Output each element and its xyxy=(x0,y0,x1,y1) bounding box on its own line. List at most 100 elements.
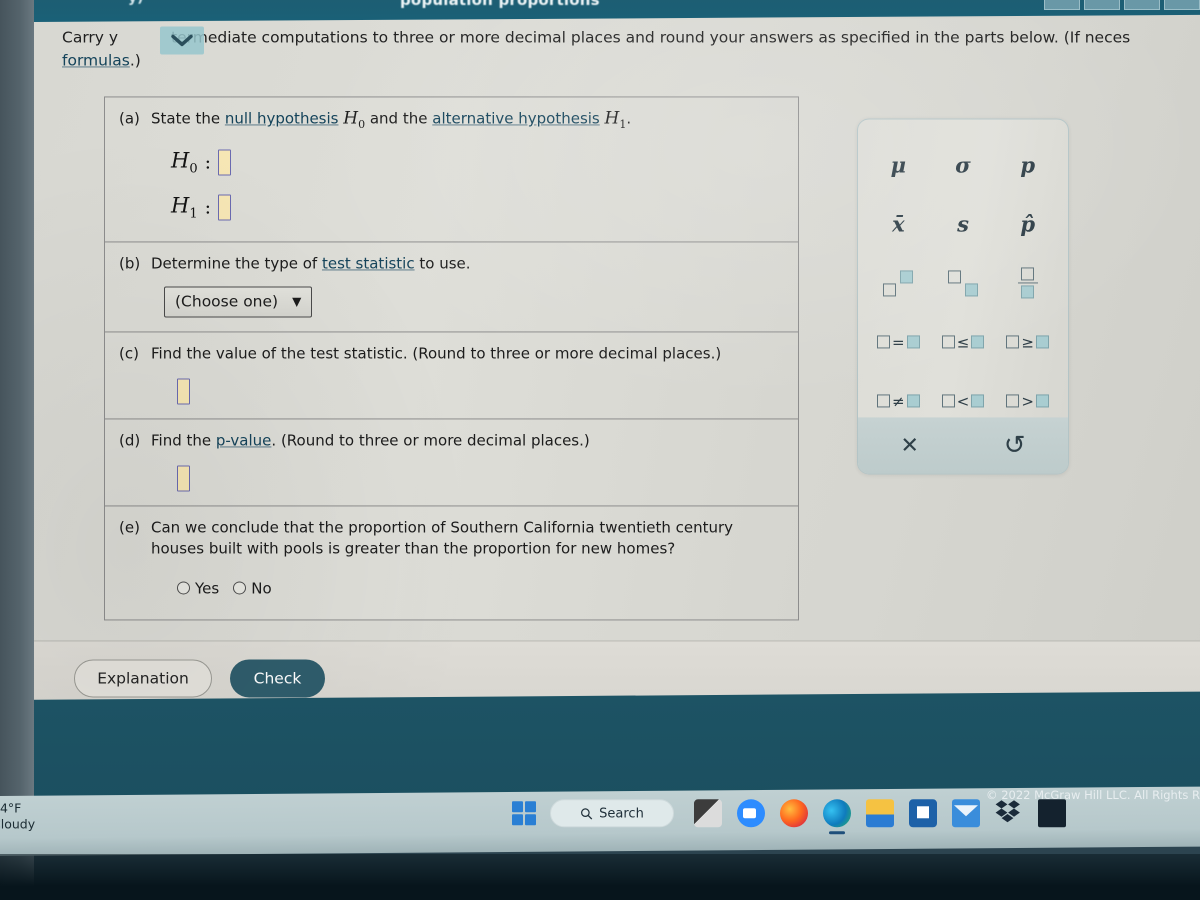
microsoft-store-icon[interactable] xyxy=(909,799,937,828)
radio-yes-label: Yes xyxy=(195,579,220,598)
dropbox-icon[interactable] xyxy=(995,799,1023,827)
weather-condition: Cloudy xyxy=(0,816,36,832)
greater-equal-glyph: ≥ xyxy=(1021,332,1034,351)
part-b-prompt: Determine the type of test statistic to … xyxy=(151,253,471,274)
h0-math-input[interactable] xyxy=(218,149,232,176)
palette-fraction-button[interactable] xyxy=(995,253,1060,312)
greater-than-glyph: > xyxy=(1021,391,1034,410)
radio-no-dot[interactable] xyxy=(233,581,247,595)
search-icon xyxy=(581,807,593,820)
taskbar-search-button[interactable]: Search xyxy=(550,799,674,828)
banner-tab[interactable] xyxy=(1124,0,1160,10)
operand-left-icon xyxy=(1006,394,1020,408)
question-part-e: (e) Can we conclude that the proportion … xyxy=(105,505,798,620)
monitor-bezel-bottom xyxy=(0,854,1200,900)
h1-math-input[interactable] xyxy=(218,194,232,221)
test-statistic-select-value: (Choose one) xyxy=(175,292,279,311)
part-a-period: . xyxy=(626,109,632,128)
palette-sigma-button[interactable]: σ xyxy=(931,135,996,194)
p-value-link[interactable]: p-value xyxy=(216,431,272,449)
part-c-prompt: Find the value of the test statistic. (R… xyxy=(151,344,722,363)
test-statistic-select[interactable]: (Choose one) ▼ xyxy=(164,286,313,318)
radio-no-label: No xyxy=(251,579,272,598)
operand-right-icon xyxy=(906,335,920,349)
banner-tab[interactable] xyxy=(1164,0,1200,10)
instruction-text: Carry y termediate computations to three… xyxy=(62,26,1200,72)
operand-left-icon xyxy=(877,335,891,349)
chevron-down-icon: ▼ xyxy=(292,294,302,309)
fraction-numerator-icon xyxy=(1021,267,1035,281)
palette-xbar-button[interactable]: x̄ xyxy=(866,194,931,253)
instruction-line-1: Carry y termediate computations to three… xyxy=(62,26,1200,49)
palette-equals-button[interactable]: = xyxy=(866,312,931,371)
clear-icon[interactable]: ✕ xyxy=(900,433,918,458)
palette-symbol-grid: μ σ p x̄ s p̂ = ≤ ≥ ≠ < > xyxy=(858,119,1068,430)
palette-superscript-button[interactable] xyxy=(866,253,931,312)
check-button[interactable]: Check xyxy=(230,659,325,698)
palette-footer: ✕ ↺ xyxy=(858,417,1068,474)
weather-widget[interactable]: 74°F Cloudy xyxy=(0,800,35,832)
chevron-down-icon[interactable] xyxy=(160,26,204,55)
operand-right-icon xyxy=(1035,335,1049,349)
palette-less-equal-button[interactable]: ≤ xyxy=(931,312,996,371)
h0-label: H0 xyxy=(171,148,198,178)
question-part-a: (a) State the null hypothesis H0 and the… xyxy=(105,97,798,241)
operand-right-icon xyxy=(971,335,985,349)
mail-icon[interactable] xyxy=(952,799,980,828)
dark-app-icon[interactable] xyxy=(1038,799,1066,828)
start-button-icon[interactable] xyxy=(512,801,536,826)
test-statistic-link[interactable]: test statistic xyxy=(322,254,415,272)
edge-icon[interactable] xyxy=(823,799,851,828)
content-page: Carry y termediate computations to three… xyxy=(34,14,1200,729)
alternative-hypothesis-link[interactable]: alternative hypothesis xyxy=(432,109,600,127)
question-card: (a) State the null hypothesis H0 and the… xyxy=(104,96,799,621)
palette-p-button[interactable]: p xyxy=(995,135,1060,194)
radio-option-no[interactable]: No xyxy=(233,579,272,598)
taskbar-search-label: Search xyxy=(599,805,644,821)
undo-icon[interactable]: ↺ xyxy=(1004,430,1026,460)
operand-left-icon xyxy=(1006,335,1020,349)
part-b-tag: (b) xyxy=(119,254,141,273)
formulas-link[interactable]: formulas xyxy=(62,51,130,69)
h1-inline-symbol: H1 xyxy=(604,108,627,131)
banner-title: population proportions xyxy=(400,0,600,9)
file-explorer-icon[interactable] xyxy=(866,799,894,828)
explanation-button[interactable]: Explanation xyxy=(74,659,212,698)
taskbar-app-icons xyxy=(694,799,1066,828)
not-equal-glyph: ≠ xyxy=(892,391,905,410)
firefox-icon[interactable] xyxy=(780,799,808,828)
palette-subscript-button[interactable] xyxy=(931,253,996,312)
null-hypothesis-link[interactable]: null hypothesis xyxy=(225,109,339,127)
part-e-line-2: houses built with pools is greater than … xyxy=(151,539,676,558)
palette-mu-button[interactable]: μ xyxy=(866,135,931,194)
operand-right-icon xyxy=(1035,394,1049,408)
subscript-base-icon xyxy=(947,269,961,283)
h1-colon: : xyxy=(204,196,212,219)
part-b-text-pre: Determine the type of xyxy=(151,254,322,273)
operand-right-icon xyxy=(906,394,920,408)
teams-icon[interactable] xyxy=(694,799,722,828)
palette-phat-button[interactable]: p̂ xyxy=(995,194,1060,253)
fraction-bar-icon xyxy=(1017,282,1038,284)
fraction-denominator-icon xyxy=(1021,285,1035,299)
h1-input-row: H1 : xyxy=(171,193,784,221)
banner-tab[interactable] xyxy=(1044,0,1080,10)
p-value-math-input[interactable] xyxy=(177,465,190,492)
palette-s-button[interactable]: s xyxy=(931,194,996,253)
question-part-c: (c) Find the value of the test statistic… xyxy=(105,331,798,419)
test-statistic-math-input[interactable] xyxy=(177,378,190,405)
banner-tab[interactable] xyxy=(1084,0,1120,10)
palette-greater-equal-button[interactable]: ≥ xyxy=(995,312,1060,371)
operand-right-icon xyxy=(971,394,985,408)
conclusion-radio-group: Yes No xyxy=(177,579,784,597)
question-part-d: (d) Find the p-value. (Round to three or… xyxy=(105,418,798,506)
zoom-icon[interactable] xyxy=(737,799,765,828)
radio-option-yes[interactable]: Yes xyxy=(177,579,219,597)
part-d-answer-slot xyxy=(177,465,784,492)
screen-photo: y) population proportions Carry y termed… xyxy=(0,0,1200,900)
instruction-line-2-tail: .) xyxy=(129,51,141,70)
part-a-tag: (a) xyxy=(119,109,140,128)
radio-yes-dot[interactable] xyxy=(177,581,190,595)
operand-left-icon xyxy=(941,335,955,349)
banner-tabs xyxy=(1044,0,1200,10)
